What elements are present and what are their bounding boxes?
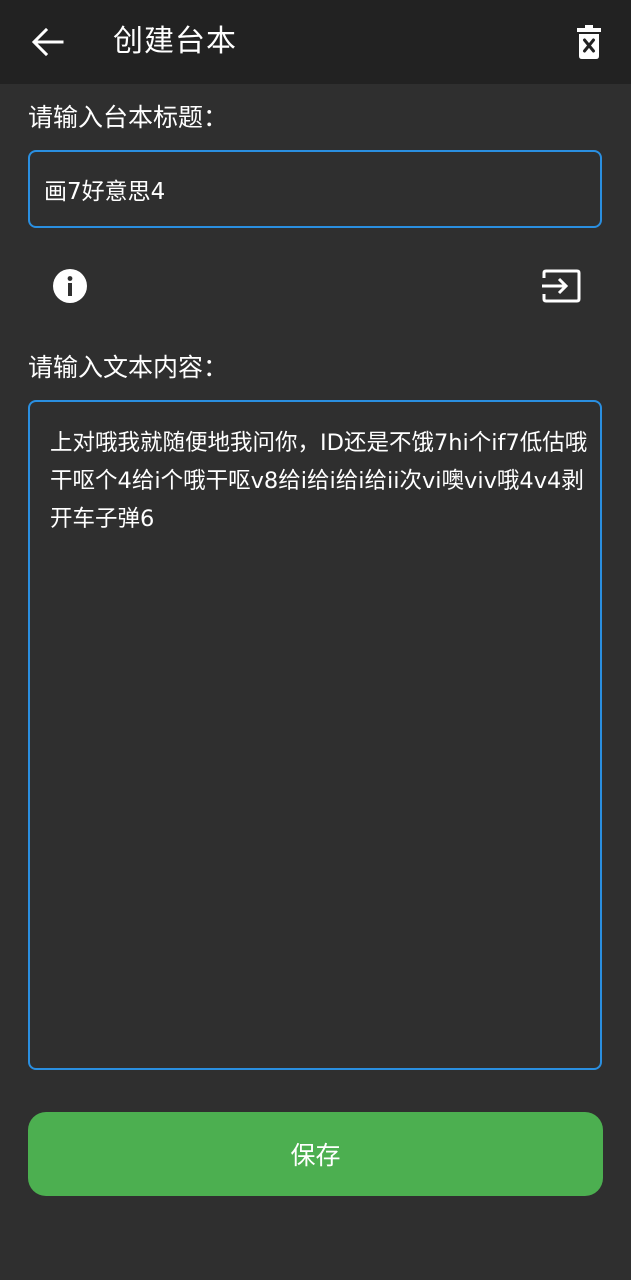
import-button[interactable] [538, 266, 584, 306]
arrow-left-icon [31, 27, 64, 57]
content-textarea[interactable]: 上对哦我就随便地我问你，ID还是不饿7hi个if7低估哦干呕个4给i个哦干呕v8… [28, 400, 602, 1070]
back-button[interactable] [26, 22, 70, 62]
save-button[interactable]: 保存 [28, 1112, 603, 1196]
delete-button[interactable] [570, 20, 608, 64]
title-field[interactable] [28, 150, 602, 228]
title-input[interactable] [44, 152, 584, 226]
import-icon [542, 269, 581, 303]
title-label: 请输入台本标题： [28, 103, 229, 132]
content-label: 请输入文本内容： [28, 353, 229, 382]
info-icon [53, 269, 87, 303]
page-title: 创建台本 [113, 24, 237, 59]
trash-icon [577, 25, 601, 59]
app-bar: 创建台本 [0, 0, 631, 84]
info-button[interactable] [50, 266, 90, 306]
content-text: 上对哦我就随便地我问你，ID还是不饿7hi个if7低估哦干呕个4给i个哦干呕v8… [50, 430, 588, 532]
